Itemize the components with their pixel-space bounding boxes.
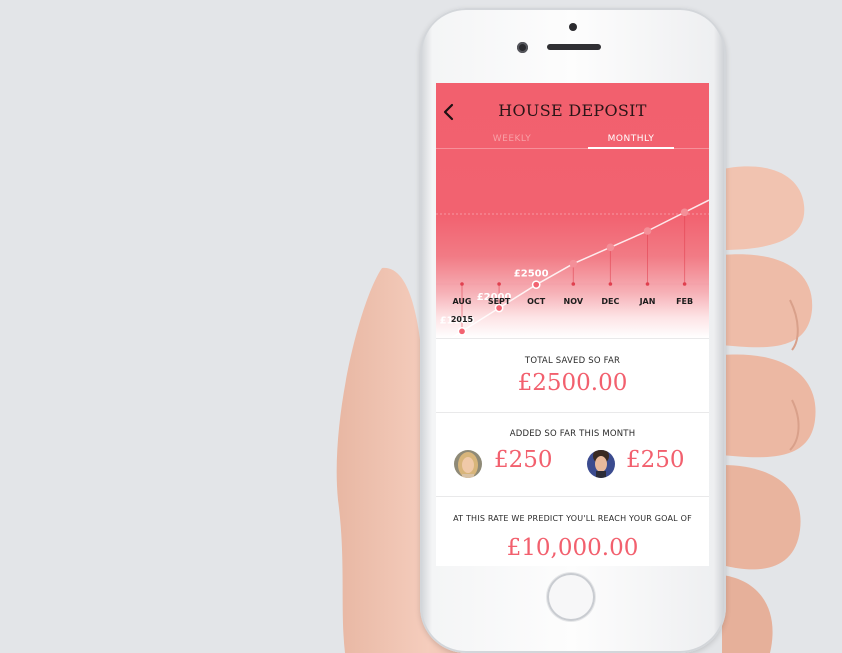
data-point-dec [606,243,615,252]
point-label-oct: £2500 [514,269,549,280]
data-point-nov [569,259,578,268]
data-point-aug [457,326,467,336]
avatar-woman[interactable] [454,450,482,478]
tab-monthly[interactable]: MONTHLY [588,134,674,149]
total-saved-card: TOTAL SAVED SO FAR £2500.00 [436,338,709,413]
total-saved-label: TOTAL SAVED SO FAR [524,356,621,366]
goal-value: £10,000.00 [506,535,639,561]
page-title: HOUSE DEPOSIT [498,101,647,120]
data-point-jan [643,227,652,235]
member-1-amount: £250 [494,447,553,473]
x-tick-label-jan: JAN [639,297,656,306]
data-point-oct [531,280,541,290]
home-button[interactable] [547,573,595,621]
x-tick-label-aug: AUG [452,297,471,306]
speaker-grille [547,44,601,50]
tab-divider [436,148,709,149]
x-tick-label-feb: FEB [676,297,693,306]
app-screen: HOUSE DEPOSIT WEEKLY MONTHLY £1500 £2000 £… [436,83,709,566]
tick-dot-sept [497,282,501,286]
x-tick-label-sept: SEPT [488,297,511,306]
camera-top-icon [569,23,577,31]
year-label: 2015 [451,315,474,324]
tick-dot-feb [682,282,687,286]
goal-label: AT THIS RATE WE PREDICT YOU'LL REACH YOU… [453,514,692,523]
total-saved-value: £2500.00 [517,370,628,396]
chevron-left-icon[interactable] [442,103,456,121]
month-added-card: ADDED SO FAR THIS MONTH £250 £250 [436,412,709,497]
member-2-amount: £250 [626,447,685,473]
front-camera-icon [517,42,528,53]
tick-dot-jan [645,282,650,286]
x-tick-label-oct: OCT [527,297,546,306]
tick-dot-dec [608,282,613,286]
x-tick-label-dec: DEC [601,297,619,306]
month-added-label: ADDED SO FAR THIS MONTH [509,429,636,439]
data-point-feb [680,208,689,217]
tick-dot-aug [460,282,464,286]
tab-weekly[interactable]: WEEKLY [472,134,552,144]
savings-line-chart: £1500£2000£2500AUG SEPT OCT NOV DEC JAN FEB201… [436,199,709,338]
series-line [449,199,709,338]
tick-dot-nov [571,282,576,286]
x-tick-label-nov: NOV [564,297,584,306]
avatar-man[interactable] [587,450,615,478]
goal-card: AT THIS RATE WE PREDICT YOU'LL REACH YOU… [436,496,709,566]
